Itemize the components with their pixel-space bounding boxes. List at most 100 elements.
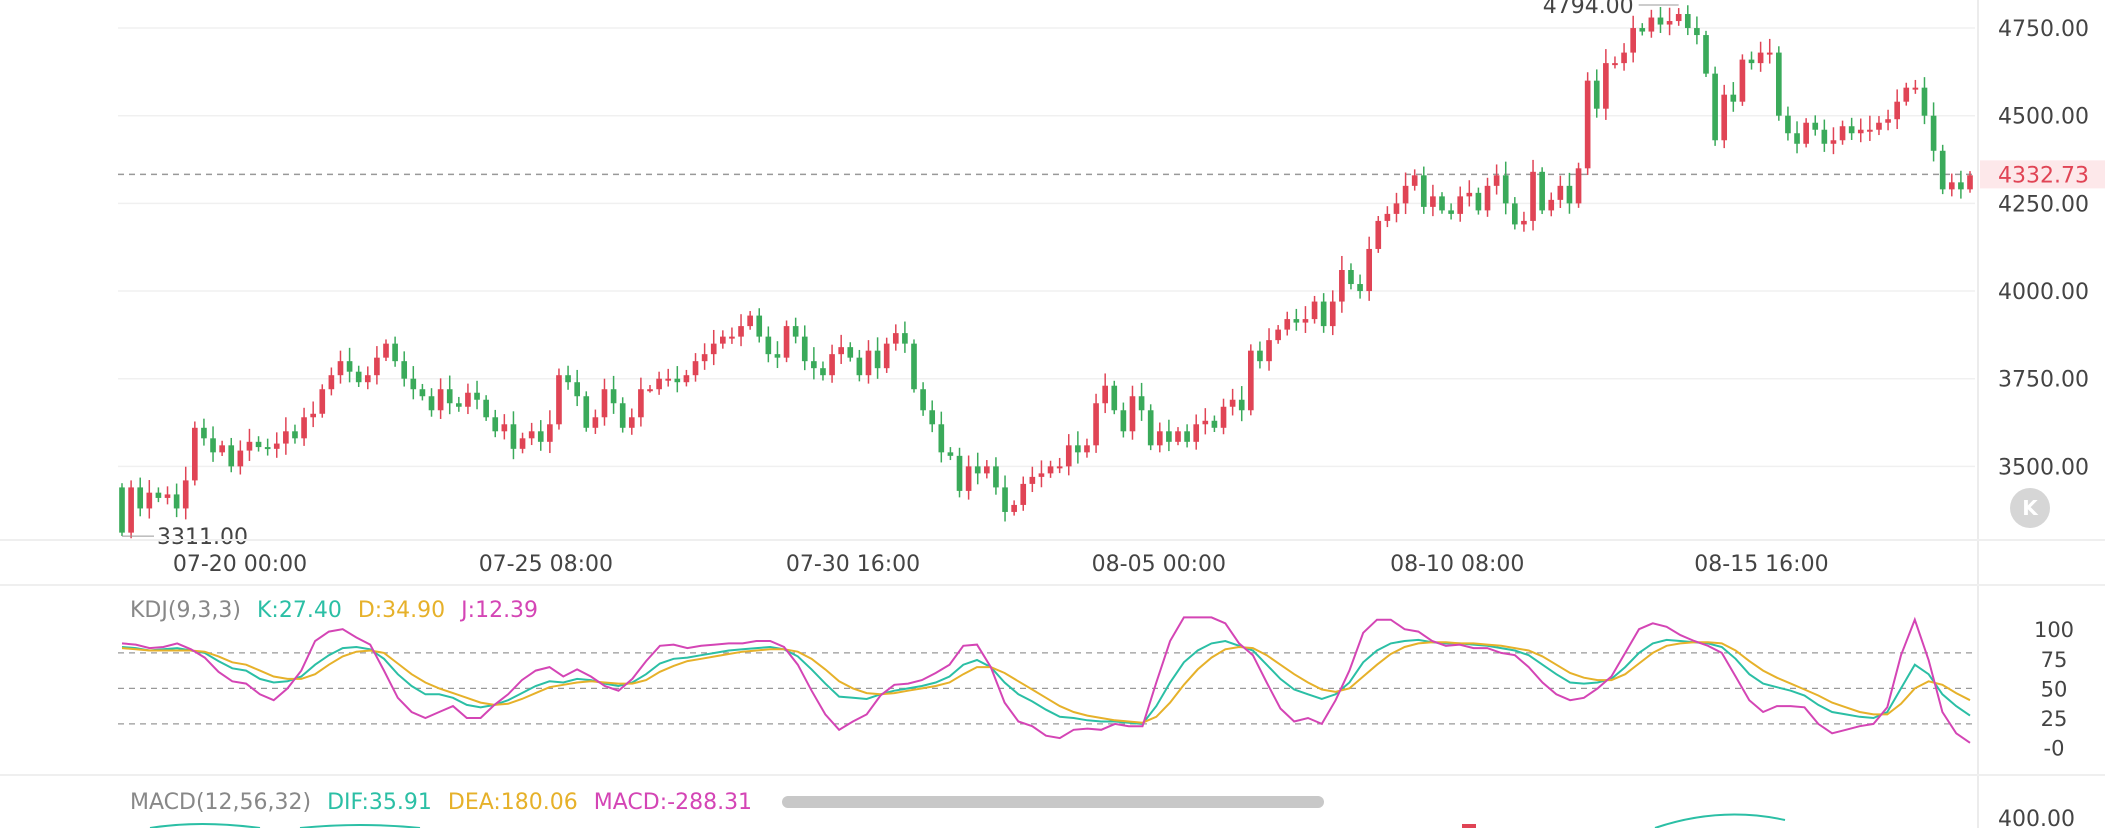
candle-body — [1002, 487, 1008, 512]
candle-body — [692, 361, 699, 376]
price-tick-label: 3750.00 — [1998, 368, 2089, 393]
kline-chart: 4750.00 4500.00 4250.00 4000.00 3750.00 3500.… — [0, 0, 2105, 828]
candle-body — [465, 392, 471, 407]
candle-body — [1202, 420, 1209, 425]
candle-body — [1320, 301, 1327, 327]
candle-body — [902, 333, 908, 344]
candle-body — [1885, 119, 1891, 123]
candle-body — [1857, 129, 1864, 134]
candle-body — [1539, 171, 1545, 211]
candle-body — [1894, 101, 1900, 120]
candle-body — [1138, 396, 1145, 411]
candle-body — [1193, 424, 1200, 442]
candle-body — [1439, 196, 1445, 211]
candle-body — [701, 354, 708, 362]
x-tick-label: 07-25 08:00 — [479, 552, 613, 577]
candle-body — [1220, 406, 1227, 428]
candle-body — [1047, 466, 1054, 474]
candle-body — [164, 494, 171, 498]
price-tick-label: 3500.00 — [1998, 455, 2089, 480]
candle-body — [1939, 150, 1946, 190]
candle-body — [1566, 185, 1573, 204]
macd-legend-dif: DIF:35.91 — [327, 790, 432, 815]
candle-body — [738, 326, 744, 337]
candle-body — [346, 361, 353, 372]
candle-body — [811, 361, 817, 369]
horizontal-scrollbar[interactable] — [782, 796, 1324, 808]
price-tick-label: 4000.00 — [1998, 280, 2089, 305]
candle-body — [1839, 126, 1846, 141]
candle-body — [892, 333, 899, 344]
candle-body — [1393, 203, 1400, 214]
candle-body — [601, 389, 608, 418]
candle-body — [583, 396, 590, 428]
candle-body — [883, 343, 890, 369]
candle-body — [765, 336, 772, 355]
candle-body — [146, 492, 153, 509]
candle-body — [1102, 385, 1108, 404]
price-tick-label: 4250.00 — [1998, 192, 2089, 217]
kdj-tick-label: -0 — [2044, 737, 2065, 761]
candle-body — [947, 452, 954, 456]
candle-body — [1603, 63, 1609, 109]
candle-body — [1703, 35, 1709, 74]
candle-body — [219, 445, 225, 453]
macd-dif-line — [1654, 813, 1786, 828]
candle-body — [1229, 399, 1236, 407]
candle-body — [592, 417, 599, 428]
candle-body — [1803, 122, 1809, 144]
candle-body — [556, 375, 562, 425]
candle-body — [173, 494, 180, 509]
candle-body — [383, 343, 389, 358]
candle-body — [628, 417, 635, 428]
candle-body — [1967, 175, 1973, 190]
candle-body — [1721, 94, 1728, 141]
candle-body — [683, 375, 690, 383]
candle-body — [1930, 115, 1937, 151]
x-tick-label: 08-05 00:00 — [1092, 552, 1226, 577]
candle-body — [756, 315, 763, 337]
candle-body — [1293, 319, 1300, 323]
candle-body — [1402, 185, 1409, 204]
candle-body — [829, 354, 835, 376]
candle-body — [1530, 171, 1536, 221]
candle-body — [1748, 59, 1755, 64]
candle-body — [1366, 248, 1372, 292]
candle-body — [1120, 410, 1127, 432]
candle-body — [1348, 270, 1354, 285]
candle-body — [920, 389, 926, 411]
candle-body — [938, 424, 945, 453]
candle-body — [665, 378, 672, 381]
candle-body — [1311, 301, 1318, 320]
candle-body — [1129, 396, 1136, 432]
candle-body — [1948, 182, 1955, 190]
candle-body — [1084, 445, 1090, 453]
candle-body — [747, 315, 753, 327]
candle-body — [283, 431, 289, 444]
kline-toggle-button[interactable]: K — [2010, 488, 2050, 528]
candle-body — [1484, 185, 1491, 211]
candle-body — [1420, 175, 1427, 207]
kdj-legend-k: K:27.40 — [257, 598, 342, 623]
candle-body — [1557, 185, 1564, 200]
candle-body — [1038, 473, 1045, 477]
candle-body — [1266, 340, 1272, 362]
candle-body — [528, 431, 535, 439]
candle-body — [783, 326, 790, 358]
candle-body — [1056, 466, 1063, 469]
price-tick-label: 4750.00 — [1998, 17, 2089, 42]
candle-body — [1675, 14, 1682, 22]
candle-body — [1339, 270, 1345, 302]
candle-body — [1921, 87, 1928, 116]
candle-body — [856, 357, 863, 376]
candle-body — [911, 343, 917, 390]
candle-body — [137, 487, 144, 509]
candle-body — [656, 378, 662, 390]
candle-body — [1639, 28, 1646, 32]
candle-body — [1548, 199, 1555, 211]
kdj-tick-label: 100 — [2034, 618, 2074, 642]
candle-body — [956, 455, 963, 491]
candle-body — [1612, 63, 1618, 66]
candle-body — [1375, 220, 1382, 249]
candle-body — [984, 466, 990, 474]
